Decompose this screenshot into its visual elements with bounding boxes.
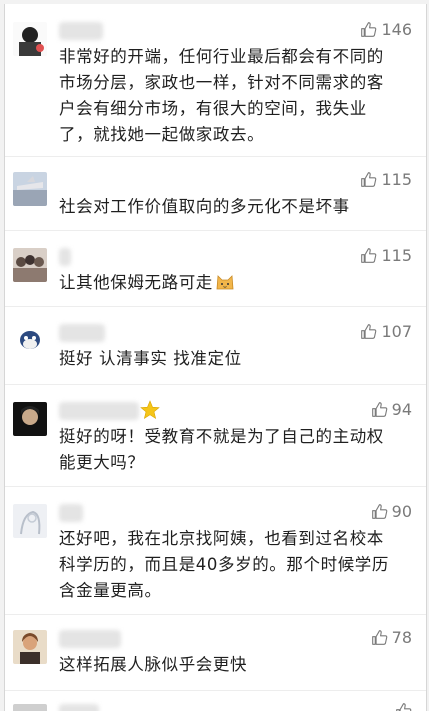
avatar[interactable] <box>13 504 47 538</box>
comment-line: 了，就找她一起做家政去。 <box>59 125 265 144</box>
comment-line: 社会对工作价值取向的多元化不是坏事 <box>59 197 350 216</box>
comment-line: 市场分层，家政也一样，针对不同需求的客 <box>59 73 384 92</box>
thumb-up-icon <box>371 504 387 519</box>
thumb-up-icon <box>361 22 377 37</box>
username-blurred[interactable] <box>59 324 105 342</box>
separator <box>5 230 426 231</box>
like-button[interactable]: 94 <box>371 400 412 419</box>
like-button[interactable]: 115 <box>360 246 412 265</box>
like-count: 107 <box>381 322 412 341</box>
separator <box>5 614 426 615</box>
comment-line: 含金量更高。 <box>59 581 162 600</box>
cat-emoji-icon <box>216 275 234 290</box>
like-count: 115 <box>381 170 412 189</box>
comment-feed: 146 非常好的开端，任何行业最后都会有不同的 市场分层，家政也一样，针对不同需… <box>4 4 427 711</box>
like-count: 94 <box>391 400 412 419</box>
thumb-up-icon <box>361 324 377 339</box>
comment-line: 还好吧，我在北京找阿姨，也看到过名校本 <box>59 529 384 548</box>
comment-line: 能更大吗？ <box>59 453 145 472</box>
avatar[interactable] <box>13 172 47 206</box>
comment-line: 挺好 认清事实 找准定位 <box>59 349 242 368</box>
separator <box>5 690 426 691</box>
avatar[interactable] <box>13 324 47 358</box>
comment-text: 挺好的呀！受教育不就是为了自己的主动权 能更大吗？ <box>59 424 399 476</box>
like-button[interactable] <box>395 702 412 711</box>
like-count: 115 <box>381 246 412 265</box>
comment-text: 社会对工作价值取向的多元化不是坏事 <box>59 194 399 220</box>
avatar[interactable] <box>13 22 47 56</box>
comment-line: 非常好的开端，任何行业最后都会有不同的 <box>59 47 384 66</box>
avatar[interactable] <box>13 248 47 282</box>
comment-text: 非常好的开端，任何行业最后都会有不同的 市场分层，家政也一样，针对不同需求的客 … <box>59 44 399 148</box>
avatar[interactable] <box>13 402 47 436</box>
like-count: 78 <box>391 628 412 647</box>
comment-line: 让其他保姆无路可走 <box>59 273 213 292</box>
username-blurred[interactable] <box>59 22 103 40</box>
comment-text: 还好吧，我在北京找阿姨，也看到过名校本 科学历的，而且是40多岁的。那个时候学历… <box>59 526 399 604</box>
like-count: 146 <box>381 20 412 39</box>
like-button[interactable]: 115 <box>360 170 412 189</box>
avatar[interactable] <box>13 630 47 664</box>
username-blurred[interactable] <box>59 248 71 266</box>
thumb-up-icon <box>361 172 377 187</box>
thumb-up-icon <box>371 630 387 645</box>
separator <box>5 384 426 385</box>
star-icon <box>140 400 160 420</box>
like-count: 90 <box>391 502 412 521</box>
like-button[interactable]: 78 <box>371 628 412 647</box>
username-blurred[interactable] <box>59 504 83 522</box>
comment-line: 户会有细分市场，有很大的空间，我失业 <box>59 99 367 118</box>
like-button[interactable]: 107 <box>360 322 412 341</box>
username-blurred[interactable] <box>59 630 121 648</box>
separator <box>5 156 426 157</box>
like-button[interactable]: 146 <box>360 20 412 39</box>
comment-text: 挺好 认清事实 找准定位 <box>59 346 399 372</box>
thumb-up-icon <box>361 248 377 263</box>
like-button[interactable]: 90 <box>371 502 412 521</box>
username-blurred[interactable] <box>59 402 139 420</box>
comment-line: 挺好的呀！受教育不就是为了自己的主动权 <box>59 427 384 446</box>
comment-text: 这样拓展人脉似乎会更快 <box>59 652 399 678</box>
avatar[interactable] <box>13 704 47 711</box>
comment-text: 让其他保姆无路可走 <box>59 270 399 296</box>
thumb-up-icon <box>396 703 412 711</box>
comment-line: 这样拓展人脉似乎会更快 <box>59 655 248 674</box>
separator <box>5 486 426 487</box>
username-blurred[interactable] <box>59 704 99 711</box>
comment-line: 科学历的，而且是40多岁的。那个时候学历 <box>59 555 389 574</box>
thumb-up-icon <box>371 402 387 417</box>
separator <box>5 306 426 307</box>
